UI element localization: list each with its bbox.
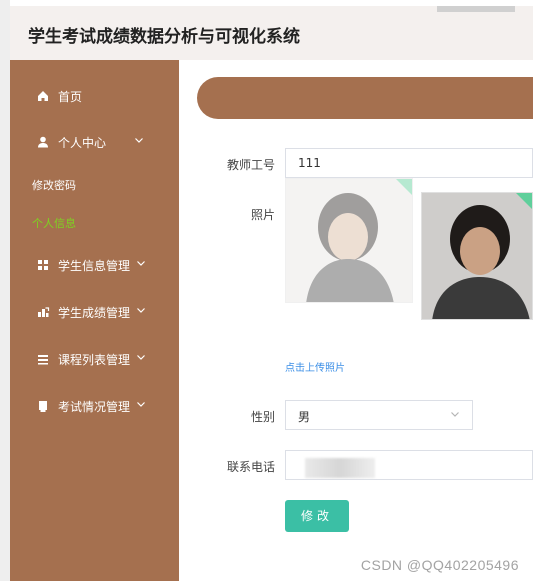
sidebar-item-label: 学生信息管理: [58, 259, 131, 273]
sidebar-item-label: 课程列表管理: [58, 353, 131, 367]
sidebar-item-student-scores[interactable]: 学生成绩管理: [10, 295, 179, 329]
upload-photo-link[interactable]: 点击上传照片: [285, 359, 345, 374]
photo-image: [286, 179, 412, 302]
list-icon: [38, 355, 48, 365]
chevron-down-icon: [137, 355, 145, 360]
main-content: 教师工号 111 照片 点击上传照片 性别 男 联系电话 修改: [179, 60, 533, 581]
header-decoration: [437, 6, 515, 12]
chevron-down-icon: [137, 402, 145, 407]
grid-icon: [38, 260, 48, 270]
gender-label: 性别: [250, 410, 275, 424]
check-corner-icon: [516, 193, 532, 209]
chevron-down-icon: [137, 308, 145, 313]
check-corner-icon: [396, 179, 412, 195]
sidebar-item-personal-center[interactable]: 个人中心: [10, 125, 179, 159]
sidebar-subitem-personal-info[interactable]: 个人信息: [32, 215, 76, 231]
app-header: 学生考试成绩数据分析与可视化系统: [10, 6, 533, 61]
chevron-down-icon: [135, 138, 143, 143]
chevron-down-icon: [137, 261, 145, 266]
home-icon: [38, 91, 48, 101]
sidebar-item-label: 首页: [58, 90, 83, 104]
watermark: CSDN @QQ402205496: [360, 557, 519, 573]
photo-image: [422, 193, 532, 319]
chevron-down-icon: [451, 412, 459, 417]
sidebar-item-course-list[interactable]: 课程列表管理: [10, 342, 179, 376]
teacher-id-field[interactable]: 111: [285, 148, 533, 178]
sidebar-subitem-change-password[interactable]: 修改密码: [32, 177, 76, 193]
sidebar-item-exam-status[interactable]: 考试情况管理: [10, 389, 179, 423]
chart-icon: [38, 307, 50, 317]
gender-value: 男: [298, 410, 311, 424]
sidebar-item-student-info[interactable]: 学生信息管理: [10, 248, 179, 282]
background-strip: [0, 0, 10, 581]
photo-thumbnail-old[interactable]: [285, 178, 413, 303]
phone-label: 联系电话: [226, 460, 275, 474]
sidebar: 首页 个人中心 修改密码 个人信息 学生信息管理 学生成绩管理 课程列表管理 考…: [10, 60, 179, 581]
sidebar-item-label: 学生成绩管理: [58, 306, 131, 320]
photo-thumbnail-current[interactable]: [421, 192, 533, 320]
submit-button[interactable]: 修改: [285, 500, 349, 532]
teacher-id-label: 教师工号: [226, 158, 275, 172]
phone-redaction: [305, 458, 375, 478]
sidebar-item-home[interactable]: 首页: [10, 79, 179, 113]
doc-icon: [39, 401, 47, 412]
photo-label: 照片: [250, 208, 275, 222]
gender-select[interactable]: 男: [285, 400, 473, 430]
app-title: 学生考试成绩数据分析与可视化系统: [28, 27, 300, 47]
sidebar-item-label: 考试情况管理: [58, 400, 131, 414]
page-banner: [197, 77, 533, 119]
user-icon: [38, 136, 48, 148]
sidebar-item-label: 个人中心: [58, 136, 107, 150]
